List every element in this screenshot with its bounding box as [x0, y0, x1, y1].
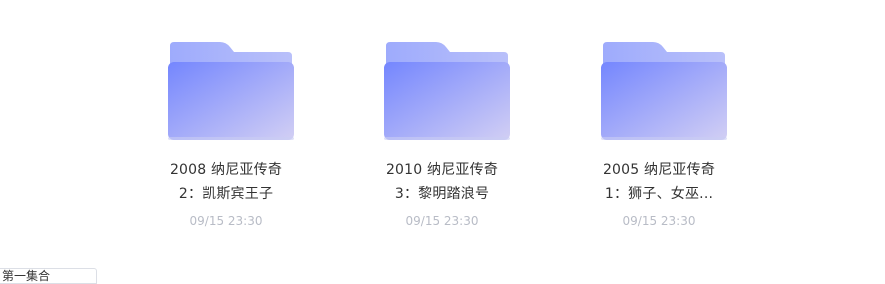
folder-name: 2008 纳尼亚传奇 2：凯斯宾王子	[146, 158, 306, 206]
folder-date: 09/15 23:30	[189, 214, 263, 228]
folder-item-narnia-2010[interactable]: 2010 纳尼亚传奇 3：黎明踏浪号 09/15 23:30	[362, 30, 522, 240]
folder-icon	[384, 42, 510, 140]
folder-name-line2: 3：黎明踏浪号	[394, 186, 490, 202]
folder-name: 2010 纳尼亚传奇 3：黎明踏浪号	[362, 158, 522, 206]
folder-name-line2: 2：凯斯宾王子	[178, 186, 274, 202]
folder-name-line1: 2008 纳尼亚传奇	[169, 162, 283, 178]
folder-name: 2005 纳尼亚传奇 1：狮子、女巫...	[579, 158, 739, 206]
folder-icon	[601, 42, 727, 140]
file-grid: 2008 纳尼亚传奇 2：凯斯宾王子 09/15 23:30 2010 纳尼亚传…	[0, 0, 885, 279]
folder-name-line1: 2005 纳尼亚传奇	[602, 162, 716, 178]
folder-item-narnia-2005[interactable]: 2005 纳尼亚传奇 1：狮子、女巫... 09/15 23:30	[579, 30, 739, 240]
folder-name-line2: 1：狮子、女巫...	[604, 186, 714, 202]
folder-date: 09/15 23:30	[405, 214, 479, 228]
folder-icon	[168, 42, 294, 140]
folder-date: 09/15 23:30	[622, 214, 696, 228]
bottom-tab[interactable]: 第一集合	[0, 268, 97, 284]
folder-item-narnia-2008[interactable]: 2008 纳尼亚传奇 2：凯斯宾王子 09/15 23:30	[146, 30, 306, 240]
folder-name-line1: 2010 纳尼亚传奇	[385, 162, 499, 178]
